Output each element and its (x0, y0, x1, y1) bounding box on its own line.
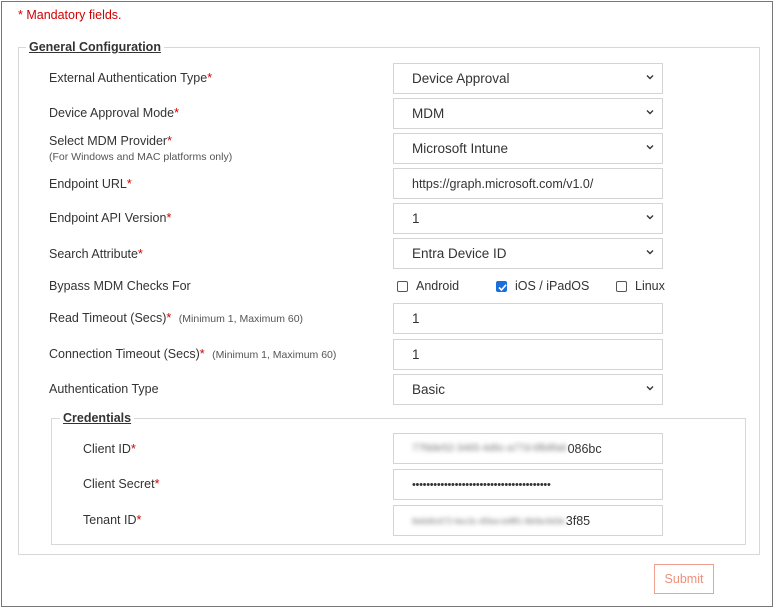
bypass-linux-checkbox[interactable]: Linux (616, 279, 665, 293)
search-attribute-label: Search Attribute* (49, 247, 143, 261)
ext-auth-type-select[interactable]: Device Approval (393, 63, 663, 94)
bypass-ios-checkbox[interactable]: iOS / iPadOS (496, 279, 589, 293)
ext-auth-type-value: Device Approval (412, 71, 510, 86)
auth-type-value: Basic (412, 382, 446, 397)
read-timeout-value: 1 (412, 311, 420, 326)
auth-type-select[interactable]: Basic (393, 374, 663, 405)
endpoint-url-input[interactable]: https://graph.microsoft.com/v1.0/ (393, 168, 663, 199)
tenant-id-redacted-value: 8a6d0c672-6ec3c-4f3ee-b4fff1-9b0bc9d3e (412, 515, 565, 526)
client-id-label: Client ID* (83, 442, 136, 456)
chevron-down-icon (646, 215, 654, 220)
client-id-redacted-value: 77fdde52-3465-4d6c-a77d-6fb8fa6 (412, 443, 567, 454)
mdm-provider-select[interactable]: Microsoft Intune (393, 133, 663, 164)
bypass-android-checkbox[interactable]: Android (397, 279, 459, 293)
chevron-down-icon (646, 386, 654, 391)
mdm-provider-label: Select MDM Provider* (49, 134, 172, 148)
endpoint-url-label: Endpoint URL* (49, 177, 132, 191)
bypass-android-label: Android (416, 279, 460, 293)
mandatory-note: * Mandatory fields. (18, 8, 122, 22)
client-id-input[interactable]: 77fdde52-3465-4d6c-a77d-6fb8fa6 086bc (393, 433, 663, 464)
bypass-ios-label: iOS / iPadOS (515, 279, 590, 293)
client-secret-input[interactable]: ••••••••••••••••••••••••••••••••••••••• (393, 469, 663, 500)
chevron-down-icon (646, 110, 654, 115)
search-attribute-select[interactable]: Entra Device ID (393, 238, 663, 269)
chevron-down-icon (646, 75, 654, 80)
mdm-provider-value: Microsoft Intune (412, 141, 509, 156)
tenant-id-label: Tenant ID* (83, 513, 142, 527)
mdm-provider-hint: (For Windows and MAC platforms only) (49, 151, 233, 163)
client-secret-label: Client Secret* (83, 477, 160, 491)
chevron-down-icon (646, 145, 654, 150)
auth-type-label: Authentication Type (49, 382, 159, 396)
submit-button[interactable]: Submit (654, 564, 714, 594)
tenant-id-visible-value: 3f85 (565, 513, 591, 528)
bypass-linux-label: Linux (635, 279, 665, 293)
endpoint-url-value: https://graph.microsoft.com/v1.0/ (412, 176, 594, 191)
checkbox-box[interactable] (616, 280, 627, 292)
connection-timeout-hint: (Minimum 1, Maximum 60) (212, 349, 337, 361)
tenant-id-input[interactable]: 8a6d0c672-6ec3c-4f3ee-b4fff1-9b0bc9d3e 3f… (393, 505, 663, 536)
read-timeout-input[interactable]: 1 (393, 303, 663, 334)
read-timeout-hint: (Minimum 1, Maximum 60) (178, 313, 304, 325)
bypass-mdm-label: Bypass MDM Checks For (49, 279, 191, 293)
read-timeout-label: Read Timeout (Secs)* (Minimum 1, Maximum… (49, 311, 304, 325)
connection-timeout-label: Connection Timeout (Secs)* (Minimum 1, M… (49, 347, 337, 361)
endpoint-api-version-value: 1 (412, 211, 420, 226)
device-approval-mode-label: Device Approval Mode* (49, 106, 179, 120)
chevron-down-icon (646, 250, 654, 255)
device-approval-mode-value: MDM (412, 106, 445, 121)
check-icon (498, 283, 507, 291)
credentials-legend: Credentials (60, 411, 135, 425)
client-id-visible-value: 086bc (567, 441, 602, 456)
ext-auth-type-label: External Authentication Type* (49, 71, 213, 85)
checkbox-box[interactable] (397, 280, 408, 292)
client-secret-value: ••••••••••••••••••••••••••••••••••••••• (412, 478, 551, 491)
endpoint-api-version-select[interactable]: 1 (393, 203, 663, 234)
device-approval-mode-select[interactable]: MDM (393, 98, 663, 129)
connection-timeout-value: 1 (412, 347, 420, 362)
endpoint-api-version-label: Endpoint API Version* (49, 211, 172, 225)
search-attribute-value: Entra Device ID (412, 246, 507, 261)
connection-timeout-input[interactable]: 1 (393, 339, 663, 370)
checkbox-checked-box[interactable] (496, 280, 507, 292)
general-configuration-legend: General Configuration (26, 40, 164, 54)
